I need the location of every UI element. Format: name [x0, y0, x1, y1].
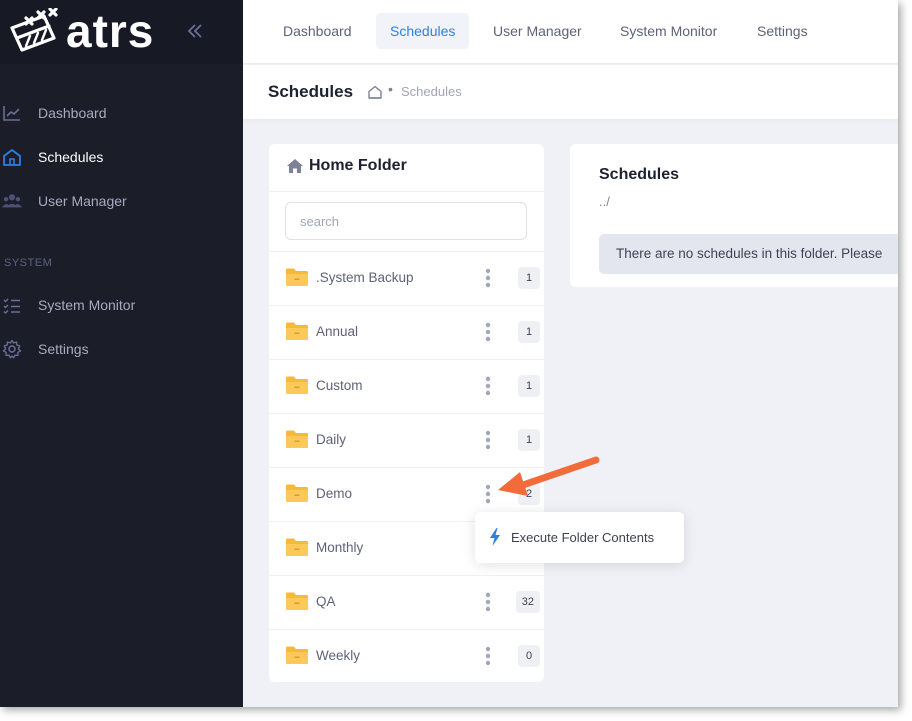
chart-line-icon: [3, 106, 20, 121]
folder-panel: Home Folder .System Backup1Annual1Custom…: [269, 144, 544, 682]
folder-row[interactable]: Daily 1: [269, 414, 544, 468]
kebab-menu-icon[interactable]: [483, 591, 493, 613]
kebab-menu-icon[interactable]: [483, 645, 493, 667]
sidebar-item-label: Settings: [38, 341, 89, 357]
schedules-path[interactable]: ../: [599, 194, 610, 209]
folder-icon: [286, 322, 308, 340]
breadcrumb-separator: •: [388, 81, 393, 97]
folder-count-badge: 2: [518, 483, 540, 505]
folder-row[interactable]: Annual 1: [269, 306, 544, 360]
breadcrumb-current: Schedules: [401, 84, 462, 99]
schedules-title: Schedules: [599, 166, 680, 183]
page-title: Schedules: [268, 82, 354, 101]
folder-name: Custom: [316, 378, 363, 393]
empty-schedules-alert: There are no schedules in this folder. P…: [599, 234, 898, 274]
context-menu-label: Execute Folder Contents: [511, 530, 655, 545]
tab-settings[interactable]: Settings: [743, 13, 822, 49]
folder-row[interactable]: Weekly 0: [269, 630, 544, 682]
execute-folder-contents-menu-item[interactable]: Execute Folder Contents: [475, 512, 684, 563]
sidebar-item-dashboard[interactable]: Dashboard: [0, 93, 243, 133]
page-toolbar: Schedules • Schedules: [243, 65, 898, 119]
kebab-menu-icon[interactable]: [483, 267, 493, 289]
folder-panel-title: Home Folder: [309, 157, 407, 174]
folder-search-input[interactable]: [285, 202, 527, 240]
app-window: atrs Dashboard Schedules User Manager SY…: [0, 0, 898, 707]
folder-count-badge: 32: [515, 591, 540, 613]
folder-icon: [286, 376, 308, 394]
folder-name: Demo: [316, 486, 353, 501]
folder-icon: [286, 268, 308, 286]
folder-search-area: [269, 192, 544, 252]
folder-count-badge: 1: [518, 429, 540, 451]
sidebar-item-settings[interactable]: Settings: [0, 329, 243, 369]
tab-system-monitor[interactable]: System Monitor: [606, 13, 731, 49]
logo-icon: [10, 8, 58, 52]
kebab-menu-icon[interactable]: [483, 321, 493, 343]
logo-area: atrs: [0, 0, 243, 64]
sidebar-section-label: SYSTEM: [4, 257, 53, 269]
folder-count-badge: 1: [518, 321, 540, 343]
kebab-menu-icon[interactable]: [483, 429, 493, 451]
folder-name: Monthly: [316, 540, 364, 555]
folder-icon: [286, 430, 308, 448]
logo-text: atrs: [66, 5, 155, 57]
home-folder-icon: [287, 159, 303, 173]
folder-icon: [286, 538, 308, 556]
folder-name: Daily: [316, 432, 347, 447]
folder-icon: [286, 484, 308, 502]
tab-schedules[interactable]: Schedules: [376, 13, 470, 49]
folder-row[interactable]: Custom 1: [269, 360, 544, 414]
sidebar: atrs Dashboard Schedules User Manager SY…: [0, 0, 243, 707]
sidebar-item-system-monitor[interactable]: System Monitor: [0, 285, 243, 325]
folder-panel-header: Home Folder: [269, 144, 544, 192]
sidebar-item-schedules[interactable]: Schedules: [0, 137, 243, 177]
sidebar-item-label: Dashboard: [38, 105, 107, 121]
gear-icon: [2, 339, 22, 359]
sidebar-item-user-manager[interactable]: User Manager: [0, 181, 243, 221]
folder-row[interactable]: QA 32: [269, 576, 544, 630]
sidebar-item-label: System Monitor: [38, 297, 136, 313]
schedules-panel: Schedules ../ There are no schedules in …: [570, 144, 898, 287]
double-chevron-left-icon: [187, 24, 202, 38]
home-icon: [3, 149, 21, 166]
folder-name: .System Backup: [316, 270, 414, 285]
lightning-bolt-icon: [490, 528, 500, 546]
collapse-sidebar-button[interactable]: [184, 20, 206, 42]
folder-count-badge: 1: [518, 267, 540, 289]
kebab-menu-icon[interactable]: [483, 483, 493, 505]
sidebar-item-label: Schedules: [38, 149, 104, 165]
folder-row[interactable]: .System Backup 1: [269, 252, 544, 306]
folder-count-badge: 1: [518, 375, 540, 397]
folder-icon: [286, 592, 308, 610]
sidebar-item-label: User Manager: [38, 193, 127, 209]
folder-name: Annual: [316, 324, 359, 339]
users-icon: [2, 194, 22, 208]
breadcrumb-home-icon[interactable]: [367, 84, 383, 100]
kebab-menu-icon[interactable]: [483, 375, 493, 397]
tab-dashboard[interactable]: Dashboard: [269, 13, 366, 49]
tab-user-manager[interactable]: User Manager: [479, 13, 596, 49]
folder-name: Weekly: [316, 648, 361, 663]
top-navigation: Dashboard Schedules User Manager System …: [243, 0, 898, 64]
checklist-icon: [3, 298, 20, 314]
folder-name: QA: [316, 594, 336, 609]
folder-count-badge: 0: [518, 645, 540, 667]
folder-icon: [286, 646, 308, 664]
